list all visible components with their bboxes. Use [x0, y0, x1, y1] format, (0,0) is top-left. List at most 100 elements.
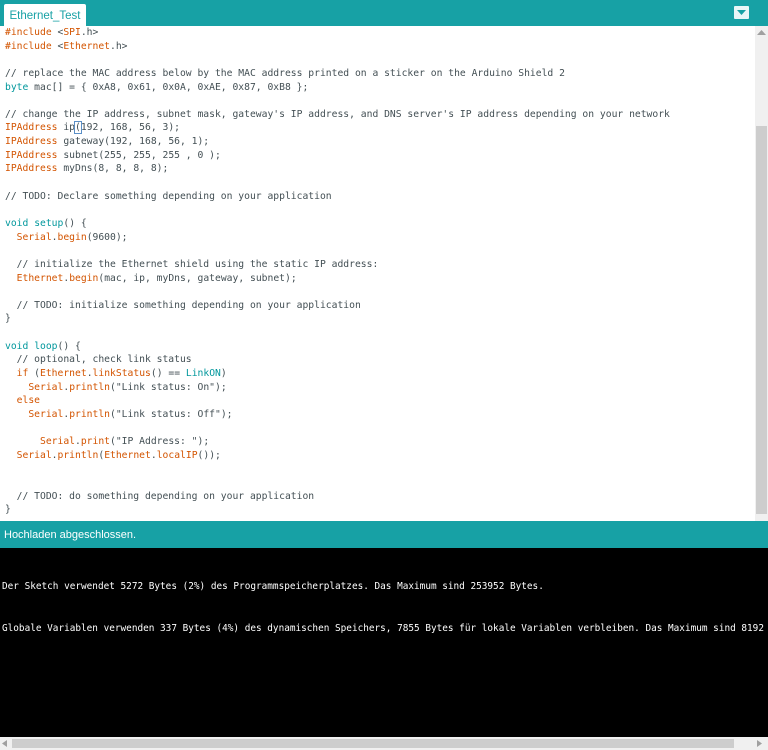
code-line: Ethernet.begin(mac, ip, myDns, gateway, …: [5, 272, 670, 286]
tab-bar: Ethernet_Test: [0, 0, 768, 26]
code-token: #include: [5, 27, 58, 38]
code-token: if: [16, 368, 29, 380]
code-line: #include <Ethernet.h>: [5, 40, 670, 54]
code-text-segment: () {: [57, 340, 81, 352]
status-message: Hochladen abgeschlossen.: [4, 529, 137, 541]
code-token: Serial: [40, 436, 75, 448]
code-token: println: [69, 408, 111, 420]
code-token: print: [80, 436, 111, 448]
code-token: void: [5, 217, 29, 229]
code-text-segment: 192, 168, 56, 3);: [80, 122, 180, 134]
code-token: begin: [69, 272, 99, 284]
code-line: // TODO: initialize something depending …: [5, 299, 670, 313]
console-line: Globale Variablen verwenden 337 Bytes (4…: [2, 623, 768, 634]
code-comment: // TODO: Declare something depending on …: [5, 190, 332, 202]
code-line: // change the IP address, subnet mask, g…: [5, 108, 670, 122]
code-editor[interactable]: #include <SPI.h> #include <Ethernet.h> //…: [0, 26, 755, 521]
code-text-segment: [5, 395, 17, 406]
code-token: linkStatus: [92, 368, 151, 380]
code-line: // initialize the Ethernet shield using …: [5, 258, 670, 272]
code-token: loop: [34, 340, 58, 352]
code-token: Ethernet: [104, 449, 151, 461]
code-line: void setup() {: [5, 217, 670, 231]
code-token: byte: [5, 81, 29, 93]
code-token: Serial: [28, 408, 64, 420]
code-text-segment: }: [5, 313, 11, 325]
code-text-segment: myDns(8, 8, 8, 8);: [57, 163, 169, 175]
output-console[interactable]: Der Sketch verwendet 5272 Bytes (2%) des…: [0, 548, 768, 737]
code-line: // replace the MAC address below by the …: [5, 67, 670, 81]
tab-menu-button[interactable]: [734, 6, 749, 19]
code-text-segment: [5, 409, 28, 420]
code-text-segment: [5, 232, 17, 243]
code-text-segment: () {: [63, 217, 87, 229]
code-token: println: [57, 449, 99, 461]
code-token: println: [69, 381, 111, 393]
code-token: IPAddress: [5, 136, 58, 148]
code-line: byte mac[] = { 0xA8, 0x61, 0x0A, 0xAE, 0…: [5, 81, 670, 95]
code-token: IPAddress: [5, 122, 58, 134]
code-line: Serial.println("Link status: On");: [5, 381, 670, 395]
code-text-segment: ip: [57, 122, 75, 134]
code-line: Serial.println(Ethernet.localIP());: [5, 449, 670, 463]
code-text-segment: .h>: [80, 27, 99, 38]
editor-vertical-scrollbar[interactable]: [755, 26, 768, 521]
status-bar: Hochladen abgeschlossen.: [0, 521, 768, 548]
code-token: #include: [5, 40, 58, 52]
code-line: Serial.print("IP Address: ");: [5, 435, 670, 449]
code-text-segment: mac[] = { 0xA8, 0x61, 0x0A, 0xAE, 0x87, …: [28, 81, 309, 93]
code-line: }: [5, 312, 670, 326]
code-line: // optional, check link status: [5, 353, 670, 367]
code-text-segment: ("Link status: On");: [110, 381, 227, 393]
code-line: Serial.begin(9600);: [5, 231, 670, 245]
code-line: // TODO: Declare something depending on …: [5, 190, 670, 204]
code-text-segment: ("IP Address: ");: [110, 436, 210, 448]
code-text-segment: [5, 436, 40, 447]
code-text-segment: () ==: [150, 368, 186, 380]
code-token: Ethernet: [16, 272, 64, 284]
code-text-segment: ): [220, 368, 227, 380]
console-horizontal-scroll-thumb[interactable]: [12, 739, 734, 748]
tab-ethernet-test[interactable]: Ethernet_Test: [4, 4, 86, 26]
code-line: IPAddress gateway(192, 168, 56, 1);: [5, 135, 670, 149]
code-token: Serial: [16, 231, 52, 243]
console-horizontal-scrollbar[interactable]: [0, 737, 768, 750]
code-comment: // optional, check link status: [5, 354, 192, 366]
scroll-left-icon[interactable]: [2, 740, 8, 747]
code-token: IPAddress: [5, 163, 58, 175]
code-token: begin: [57, 231, 87, 243]
code-comment: // replace the MAC address below by the …: [5, 67, 565, 79]
code-line: IPAddress subnet(255, 255, 255 , 0 );: [5, 149, 670, 163]
code-text-segment: gateway(192, 168, 56, 1);: [57, 136, 210, 148]
scroll-right-icon[interactable]: [757, 740, 763, 747]
code-text-segment: [5, 382, 28, 393]
code-token: else: [16, 395, 41, 407]
code-text-segment: (9600);: [86, 231, 128, 243]
code-token: IPAddress: [5, 149, 58, 161]
code-line: else: [5, 394, 670, 408]
code-line: void loop() {: [5, 340, 670, 354]
code-token: LinkON: [185, 368, 221, 380]
code-text-segment: subnet(255, 255, 255 , 0 );: [57, 149, 221, 161]
code-token: void: [5, 340, 29, 352]
code-text-segment: ());: [197, 449, 221, 461]
editor-vertical-scroll-thumb[interactable]: [756, 126, 767, 514]
code-text-segment: (: [28, 368, 41, 380]
scroll-up-icon[interactable]: [757, 30, 766, 36]
code-comment: // initialize the Ethernet shield using …: [5, 258, 379, 270]
code-text[interactable]: #include <SPI.h> #include <Ethernet.h> //…: [5, 26, 670, 517]
code-line: #include <SPI.h>: [5, 26, 670, 40]
console-line: Der Sketch verwendet 5272 Bytes (2%) des…: [2, 581, 544, 592]
code-line: IPAddress myDns(8, 8, 8, 8);: [5, 162, 670, 176]
code-comment: // TODO: initialize something depending …: [5, 299, 361, 311]
